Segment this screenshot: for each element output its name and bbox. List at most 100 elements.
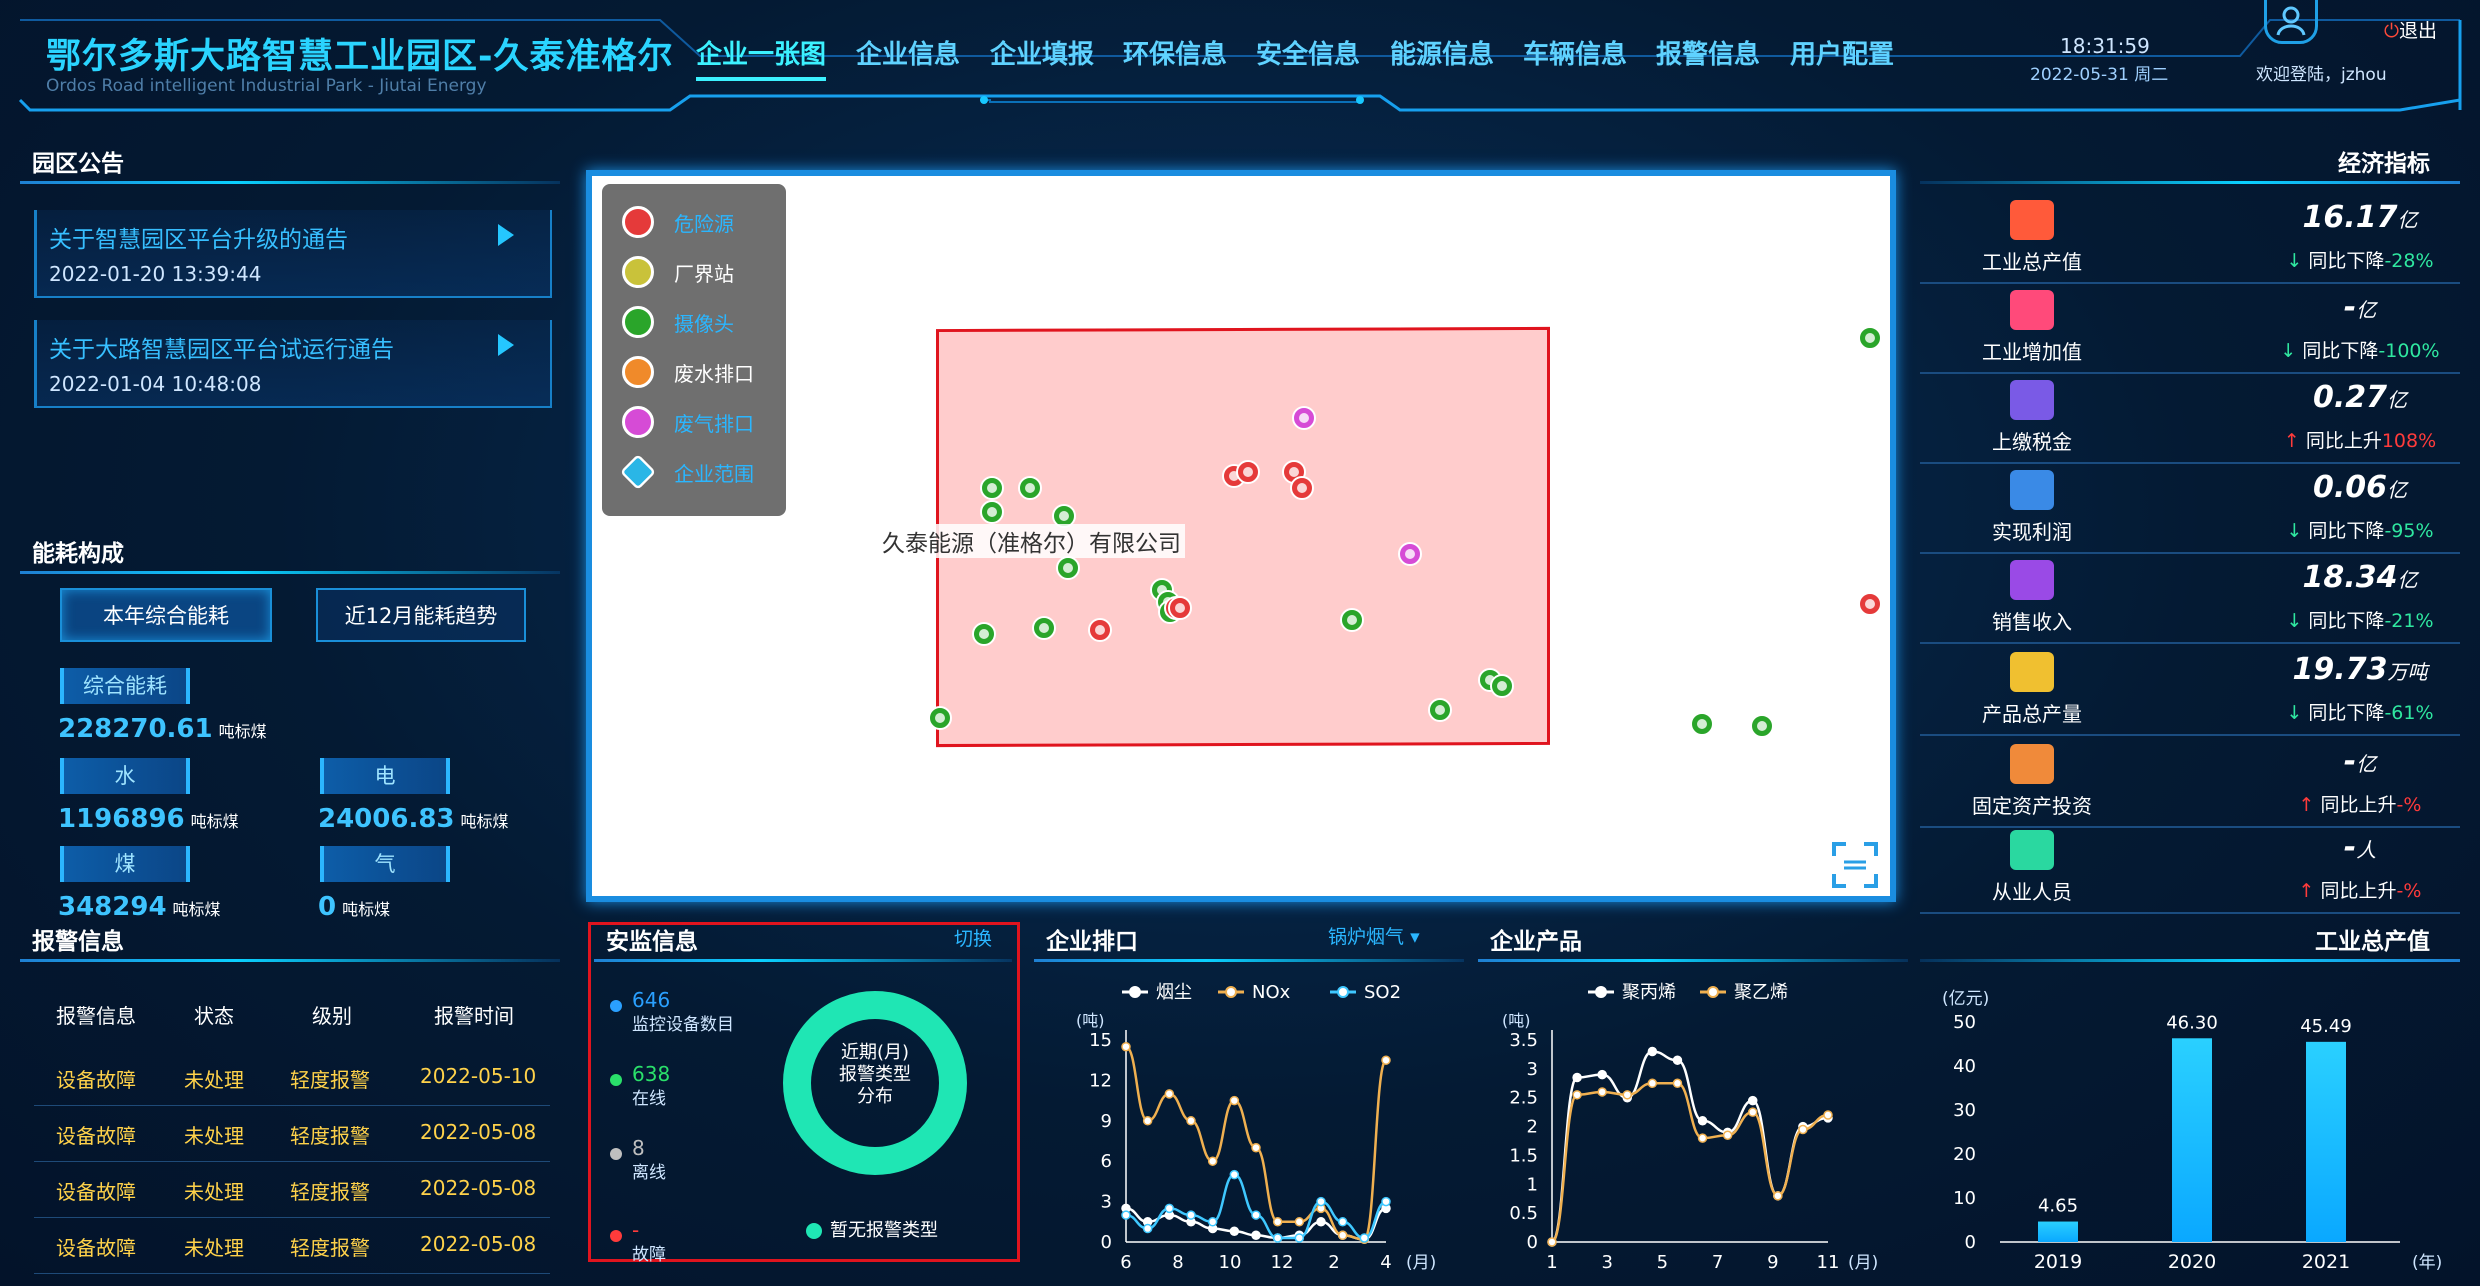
economy-item-value: 18.34亿 (2220, 560, 2480, 595)
notice-item[interactable]: 关于大路智慧园区平台试运行通告 2022-01-04 10:48:08 (34, 320, 552, 408)
economy-item[interactable]: 实现利润 0.06亿 ↓ 同比下降-95% (1920, 466, 2460, 554)
value-unit: 亿 (2397, 568, 2418, 592)
camera-marker-icon[interactable] (1690, 712, 1714, 736)
data-point (1773, 1191, 1783, 1201)
nav-safety[interactable]: 安全信息 (1256, 34, 1360, 71)
economy-item[interactable]: 产品总产量 19.73万吨 ↓ 同比下降-61% (1920, 648, 2460, 736)
stat-value: 638 (632, 1062, 671, 1086)
economy-item[interactable]: 工业总产值 16.17亿 ↓ 同比下降-28% (1920, 196, 2460, 284)
hazard-marker-icon[interactable] (1858, 592, 1882, 616)
camera-marker-icon[interactable] (1858, 326, 1882, 350)
logout-button[interactable]: ⏻退出 (2384, 16, 2437, 43)
clock-date: 2022-05-31 周二 (2030, 65, 2169, 85)
hazard-marker-icon[interactable] (1168, 596, 1192, 620)
fullscreen-scan-icon[interactable] (1830, 840, 1880, 890)
economy-item[interactable]: 固定资产投资 -亿 ↑ 同比上升-% (1920, 740, 2460, 828)
exhaust-marker-icon[interactable] (1292, 406, 1316, 430)
economy-item-value: 0.06亿 (2220, 470, 2480, 505)
economy-item-change: ↑ 同比上升108% (2220, 426, 2480, 453)
y-tick-label: 3 (1527, 1059, 1538, 1080)
economy-item-name: 工业总产值 (1982, 250, 2082, 274)
data-point (1547, 1237, 1557, 1247)
data-point (1697, 1116, 1708, 1126)
nav-vehicles[interactable]: 车辆信息 (1523, 34, 1627, 71)
nav-enterprise-map[interactable]: 企业一张图 (696, 34, 827, 81)
camera-marker-icon[interactable] (980, 476, 1004, 500)
data-point (1316, 1196, 1326, 1207)
value-number: 18.34 (2302, 560, 2398, 595)
bar (2172, 1038, 2212, 1242)
cell-level: 轻度报警 (290, 1236, 370, 1260)
tab-annual-energy[interactable]: 本年综合能耗 (60, 588, 272, 642)
value-unit: 亿 (2387, 388, 2408, 412)
nav-alarms[interactable]: 报警信息 (1656, 34, 1760, 71)
camera-marker-icon[interactable] (1340, 608, 1364, 632)
economy-item[interactable]: 销售收入 18.34亿 ↓ 同比下降-21% (1920, 556, 2460, 644)
legend-item-wastewater[interactable]: 废水排口 (622, 356, 754, 388)
legend-item-exhaust[interactable]: 废气排口 (622, 406, 754, 438)
camera-marker-icon[interactable] (1018, 476, 1042, 500)
legend-item-enterprise-area[interactable]: 企业范围 (619, 453, 754, 491)
sales-icon (2010, 560, 2054, 600)
economy-item-name: 从业人员 (1992, 880, 2072, 904)
outlet-selector[interactable]: 锅炉烟气 ▾ (1328, 922, 1420, 949)
x-tick-label: 10 (1219, 1252, 1242, 1273)
nav-energy[interactable]: 能源信息 (1390, 34, 1494, 71)
table-row[interactable]: 设备故障 未处理 轻度报警 2022-05-10 (34, 1050, 550, 1106)
notice-item[interactable]: 关于智慧园区平台升级的通告 2022-01-20 13:39:44 (34, 210, 552, 298)
data-point (1186, 1116, 1196, 1126)
economy-item-change: ↓ 同比下降-100% (2220, 336, 2480, 363)
nav-environment[interactable]: 环保信息 (1123, 34, 1227, 71)
data-point (1294, 1217, 1305, 1227)
economy-item[interactable]: 工业增加值 -亿 ↓ 同比下降-100% (1920, 286, 2460, 374)
camera-marker-icon[interactable] (1490, 674, 1514, 698)
value-unit: 人 (2356, 838, 2377, 862)
economy-item[interactable]: 从业人员 -人 ↑ 同比上升-% (1920, 826, 2460, 914)
camera-marker-icon[interactable] (1032, 616, 1056, 640)
value-unit: 亿 (2387, 478, 2408, 502)
economy-item-change: ↓ 同比下降-61% (2220, 698, 2480, 725)
stat-value: - (632, 1218, 640, 1242)
bar-value-label: 45.49 (2300, 1016, 2352, 1037)
legend-item-camera[interactable]: 摄像头 (622, 306, 734, 338)
hazard-marker-icon[interactable] (1088, 618, 1112, 642)
camera-marker-icon[interactable] (928, 706, 952, 730)
camera-marker-icon[interactable] (972, 622, 996, 646)
cell-alarm: 设备故障 (56, 1236, 136, 1260)
table-row[interactable]: 设备故障 未处理 轻度报警 2022-05-08 (34, 1162, 550, 1218)
legend-label: 摄像头 (674, 311, 734, 336)
tab-12-month-trend[interactable]: 近12月能耗趋势 (316, 588, 526, 642)
camera-marker-icon[interactable] (1056, 556, 1080, 580)
company-map-label[interactable]: 久泰能源（准格尔）有限公司 (878, 524, 1185, 558)
user-avatar-icon[interactable] (2264, 0, 2318, 44)
stat-label: 监控设备数目 (632, 1015, 734, 1035)
production-icon (2010, 652, 2054, 692)
nav-user-config[interactable]: 用户配置 (1790, 34, 1894, 71)
camera-marker-icon[interactable] (1428, 698, 1452, 722)
y-tick-label: 6 (1101, 1151, 1112, 1172)
exhaust-marker-icon[interactable] (1398, 542, 1422, 566)
data-point (1316, 1217, 1326, 1227)
nav-enterprise-report[interactable]: 企业填报 (990, 34, 1094, 71)
hazard-marker-icon[interactable] (1236, 460, 1260, 484)
switch-button[interactable]: 切换 (954, 924, 992, 951)
economy-item-value: -亿 (2220, 290, 2480, 325)
data-point (1229, 1226, 1240, 1236)
economy-item[interactable]: 上缴税金 0.27亿 ↑ 同比上升108% (1920, 376, 2460, 464)
arrow-down-icon: ↓ (2286, 250, 2309, 272)
legend-item-boundary-station[interactable]: 厂界站 (622, 256, 734, 288)
col-header-status: 状态 (194, 1004, 234, 1028)
camera-marker-icon[interactable] (980, 500, 1004, 524)
cell-alarm: 设备故障 (56, 1068, 136, 1092)
cell-status: 未处理 (184, 1180, 244, 1204)
data-point (1697, 1133, 1708, 1143)
camera-marker-icon[interactable] (1750, 714, 1774, 738)
legend-item-hazard[interactable]: 危险源 (622, 206, 734, 238)
cell-status: 未处理 (184, 1068, 244, 1092)
hazard-marker-icon[interactable] (1290, 476, 1314, 500)
nav-enterprise-info[interactable]: 企业信息 (856, 34, 960, 71)
alarms-title: 报警信息 (20, 926, 560, 962)
table-row[interactable]: 设备故障 未处理 轻度报警 2022-05-08 (34, 1106, 550, 1162)
table-row[interactable]: 设备故障 未处理 轻度报警 2022-05-08 (34, 1218, 550, 1274)
change-label: 同比下降 (2308, 702, 2385, 724)
